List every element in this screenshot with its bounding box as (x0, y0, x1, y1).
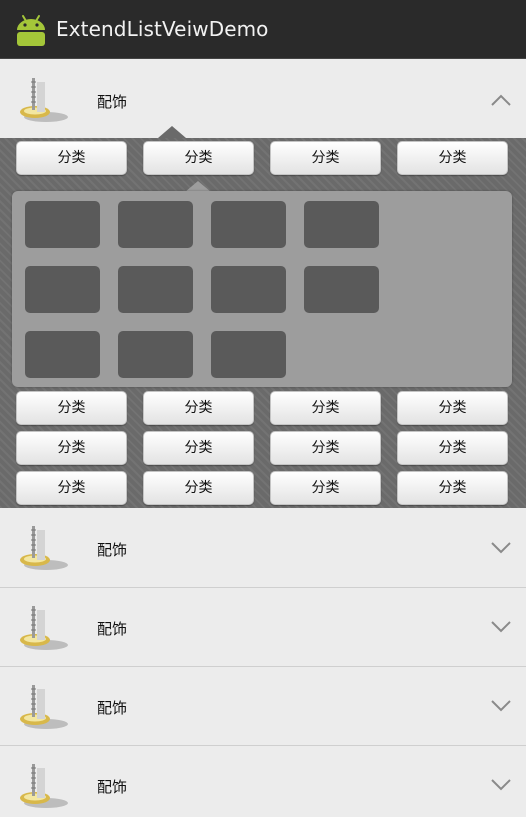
category-button[interactable]: 分类 (16, 141, 127, 175)
app-title: ExtendListVeiwDemo (56, 17, 269, 41)
sub-category-panel (12, 191, 512, 387)
group-label: 配饰 (97, 620, 128, 638)
category-button[interactable]: 分类 (397, 471, 508, 505)
jewelry-icon (20, 606, 68, 650)
category-button[interactable]: 分类 (16, 431, 127, 465)
category-button[interactable]: 分类 (143, 141, 254, 175)
sub-category-tile[interactable] (25, 331, 100, 378)
group-label: 配饰 (97, 93, 128, 111)
group-label: 配饰 (97, 541, 128, 559)
category-button[interactable]: 分类 (270, 391, 381, 425)
category-button[interactable]: 分类 (143, 471, 254, 505)
chevron-down-icon[interactable] (490, 541, 512, 555)
sub-category-tile[interactable] (25, 266, 100, 313)
chevron-up-icon[interactable] (490, 93, 512, 107)
group-row[interactable]: 配饰 (0, 508, 526, 588)
sub-category-tile[interactable] (118, 201, 193, 248)
jewelry-icon (20, 764, 68, 808)
group-row[interactable]: 配饰 (0, 60, 526, 138)
group-row[interactable]: 配饰 (0, 588, 526, 667)
sub-category-tile[interactable] (211, 266, 286, 313)
category-button[interactable]: 分类 (143, 391, 254, 425)
category-button[interactable]: 分类 (397, 431, 508, 465)
expanded-pointer (158, 126, 186, 138)
sub-category-tile[interactable] (118, 331, 193, 378)
jewelry-icon (20, 78, 68, 122)
jewelry-icon (20, 685, 68, 729)
action-bar: ExtendListVeiwDemo (0, 0, 526, 59)
category-button[interactable]: 分类 (397, 141, 508, 175)
chevron-down-icon[interactable] (490, 620, 512, 634)
category-button[interactable]: 分类 (397, 391, 508, 425)
android-icon (17, 15, 45, 46)
category-button[interactable]: 分类 (270, 471, 381, 505)
group-label: 配饰 (97, 778, 128, 796)
sub-category-tile[interactable] (304, 266, 379, 313)
group-row[interactable]: 配饰 (0, 667, 526, 746)
chevron-down-icon[interactable] (490, 778, 512, 792)
sub-category-tile[interactable] (118, 266, 193, 313)
sub-category-tile[interactable] (25, 201, 100, 248)
category-button[interactable]: 分类 (16, 391, 127, 425)
jewelry-icon (20, 526, 68, 570)
chevron-down-icon[interactable] (490, 699, 512, 713)
category-button[interactable]: 分类 (143, 431, 254, 465)
category-button[interactable]: 分类 (270, 431, 381, 465)
sub-category-tile[interactable] (211, 201, 286, 248)
category-button[interactable]: 分类 (270, 141, 381, 175)
group-row[interactable]: 配饰 (0, 746, 526, 817)
group-label: 配饰 (97, 699, 128, 717)
sub-category-tile[interactable] (304, 201, 379, 248)
sub-category-tile[interactable] (211, 331, 286, 378)
category-button[interactable]: 分类 (16, 471, 127, 505)
